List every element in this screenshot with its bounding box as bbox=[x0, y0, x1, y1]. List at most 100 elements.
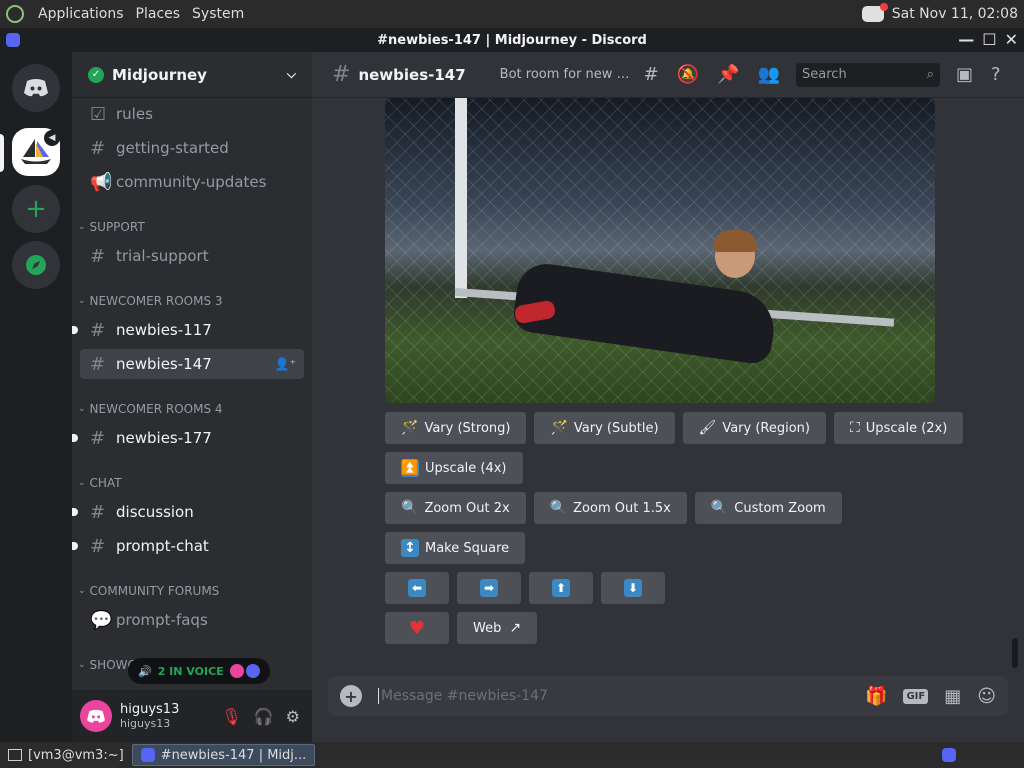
minimize-icon[interactable]: — bbox=[958, 30, 974, 49]
arrow-left-icon: ⬅ bbox=[408, 579, 426, 597]
help-icon[interactable]: ? bbox=[991, 64, 1001, 85]
caret-down-icon: ⌄ bbox=[78, 660, 86, 670]
gif-icon[interactable]: GIF bbox=[903, 688, 929, 704]
gear-icon[interactable]: ⚙ bbox=[286, 707, 300, 726]
os-menu-places[interactable]: Places bbox=[136, 6, 181, 22]
headphones-icon[interactable]: 🎧 bbox=[254, 707, 274, 726]
scrollbar-thumb[interactable] bbox=[1012, 638, 1018, 668]
category-newcomer-rooms-3[interactable]: ⌄ NEWCOMER ROOMS 3 bbox=[78, 294, 223, 308]
threads-icon[interactable]: # bbox=[644, 64, 659, 85]
pan-left-button[interactable]: ⬅ bbox=[385, 572, 449, 604]
channel-community-updates[interactable]: 📢 community-updates bbox=[80, 167, 304, 197]
avatar[interactable] bbox=[80, 700, 112, 732]
tray-discord-icon[interactable] bbox=[861, 3, 888, 22]
add-server-button[interactable]: + bbox=[12, 185, 60, 233]
os-tray: Sat Nov 11, 02:08 bbox=[861, 3, 1024, 22]
threads-hash-icon: # bbox=[90, 427, 106, 449]
unread-indicator bbox=[72, 434, 78, 442]
button-label: Upscale (4x) bbox=[425, 460, 507, 476]
server-rail: ◀ + bbox=[0, 52, 72, 742]
zoom-out-1-5x-button[interactable]: 🔍 Zoom Out 1.5x bbox=[533, 492, 687, 524]
channel-newbies-177[interactable]: # newbies-177 bbox=[72, 423, 304, 453]
channel-topic[interactable]: Bot room for new users bbox=[500, 67, 630, 82]
os-clock[interactable]: Sat Nov 11, 02:08 bbox=[892, 6, 1018, 22]
channel-newbies-117[interactable]: # newbies-117 bbox=[72, 315, 304, 345]
mic-muted-icon[interactable]: 🎙 bbox=[221, 707, 241, 726]
expand-icon: ⛶ bbox=[849, 420, 860, 436]
taskbar-terminal[interactable]: [vm3@vm3:~] bbox=[0, 744, 132, 766]
pan-up-button[interactable]: ⬆ bbox=[529, 572, 593, 604]
channel-label: discussion bbox=[116, 503, 194, 521]
vary-subtle-button[interactable]: 🪄 Vary (Subtle) bbox=[534, 412, 675, 444]
web-link-button[interactable]: Web ↗ bbox=[457, 612, 538, 644]
caret-down-icon: ⌄ bbox=[78, 478, 86, 488]
os-menu-applications[interactable]: Applications bbox=[38, 6, 124, 22]
channel-newbies-147[interactable]: # newbies-147 👤⁺ bbox=[80, 349, 304, 379]
vary-region-button[interactable]: 🖌 Vary (Region) bbox=[682, 412, 826, 444]
user-names[interactable]: higuys13 higuys13 bbox=[120, 702, 179, 730]
upscale-4x-button[interactable]: ⏫ Upscale (4x) bbox=[385, 452, 523, 484]
image-goal-net bbox=[385, 98, 935, 403]
channel-rules[interactable]: ☑ rules bbox=[80, 99, 304, 129]
category-newcomer-rooms-4[interactable]: ⌄ NEWCOMER ROOMS 4 bbox=[78, 402, 223, 416]
os-taskbar: [vm3@vm3:~] #newbies-147 | Midj... bbox=[0, 742, 1024, 768]
discord-tray-icon[interactable] bbox=[942, 748, 956, 762]
category-chat[interactable]: ⌄ CHAT bbox=[78, 476, 122, 490]
button-row-vary: 🪄 Vary (Strong) 🪄 Vary (Subtle) 🖌 Vary (Reg… bbox=[385, 412, 964, 444]
channel-getting-started[interactable]: # getting-started bbox=[80, 133, 304, 163]
maximize-icon[interactable]: ☐ bbox=[982, 30, 996, 49]
gift-icon[interactable]: 🎁 bbox=[865, 686, 887, 707]
distro-logo-icon[interactable] bbox=[6, 5, 24, 23]
explore-servers-button[interactable] bbox=[12, 241, 60, 289]
member-list-icon[interactable]: 👥 bbox=[758, 64, 780, 85]
category-support[interactable]: ⌄ SUPPORT bbox=[78, 220, 145, 234]
speaker-icon: ◀ bbox=[44, 130, 60, 146]
unread-indicator bbox=[72, 542, 78, 550]
hash-icon: # bbox=[90, 137, 106, 159]
channel-prompt-chat[interactable]: # prompt-chat bbox=[72, 531, 304, 561]
forum-icon: 💬 bbox=[90, 609, 113, 631]
inbox-icon[interactable]: ▣ bbox=[956, 64, 973, 85]
paintbrush-icon: 🖌 bbox=[698, 420, 717, 436]
pan-right-button[interactable]: ➡ bbox=[457, 572, 521, 604]
os-menu-system[interactable]: System bbox=[192, 6, 244, 22]
custom-zoom-button[interactable]: 🔍 Custom Zoom bbox=[694, 492, 842, 524]
window-controls: — ☐ ✕ bbox=[958, 30, 1018, 49]
vary-strong-button[interactable]: 🪄 Vary (Strong) bbox=[385, 412, 527, 444]
voice-activity-pill[interactable]: 🔊 2 IN VOICE bbox=[128, 658, 270, 684]
button-row-zoom: 🔍 Zoom Out 2x 🔍 Zoom Out 1.5x 🔍 Custom Zoom bbox=[385, 492, 842, 524]
channel-label: trial-support bbox=[116, 247, 209, 265]
emoji-icon[interactable]: ☺ bbox=[977, 686, 996, 707]
favorite-button[interactable]: ♥ bbox=[385, 612, 449, 644]
button-row-square: ↕ Make Square bbox=[385, 532, 526, 564]
close-icon[interactable]: ✕ bbox=[1005, 30, 1018, 49]
channel-prompt-faqs[interactable]: 💬 prompt-faqs bbox=[80, 605, 304, 635]
pin-icon[interactable]: 📌 bbox=[717, 64, 739, 85]
upscale-2x-button[interactable]: ⛶ Upscale (2x) bbox=[833, 412, 964, 444]
magnifier-icon: 🔍 bbox=[401, 500, 419, 516]
hash-icon: # bbox=[90, 245, 106, 267]
arrow-right-icon: ➡ bbox=[480, 579, 498, 597]
taskbar-label: #newbies-147 | Midj... bbox=[160, 747, 307, 763]
discord-home-button[interactable] bbox=[12, 64, 60, 112]
channel-discussion[interactable]: # discussion bbox=[72, 497, 304, 527]
make-square-button[interactable]: ↕ Make Square bbox=[385, 532, 526, 564]
invite-member-icon[interactable]: 👤⁺ bbox=[275, 357, 296, 371]
taskbar-discord[interactable]: #newbies-147 | Midj... bbox=[131, 744, 316, 766]
category-community-forums[interactable]: ⌄ COMMUNITY FORUMS bbox=[78, 584, 219, 598]
zoom-out-2x-button[interactable]: 🔍 Zoom Out 2x bbox=[385, 492, 526, 524]
button-row-upscale: ⏫ Upscale (4x) bbox=[385, 452, 523, 484]
pan-down-button[interactable]: ⬇ bbox=[601, 572, 665, 604]
unread-indicator bbox=[72, 326, 78, 334]
message-input[interactable] bbox=[378, 688, 866, 704]
user-panel: higuys13 higuys13 🎙 🎧 ⚙ bbox=[72, 690, 312, 742]
notification-muted-icon[interactable]: 🔕 bbox=[677, 64, 699, 85]
channel-label: rules bbox=[116, 105, 153, 123]
server-header[interactable]: ✓ Midjourney ⌵ bbox=[72, 52, 312, 98]
search-input[interactable]: Search ⌕ bbox=[796, 62, 941, 87]
generated-image[interactable] bbox=[385, 98, 935, 403]
upload-plus-icon[interactable]: + bbox=[340, 685, 362, 707]
channel-label: prompt-faqs bbox=[116, 611, 208, 629]
sticker-icon[interactable]: ▦ bbox=[944, 686, 961, 707]
channel-trial-support[interactable]: # trial-support bbox=[80, 241, 304, 271]
